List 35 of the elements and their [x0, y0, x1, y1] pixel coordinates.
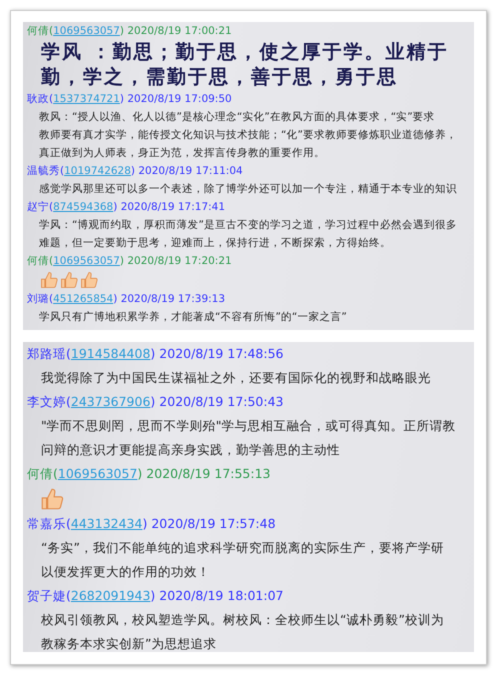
message-text: 校风引领教风，校风塑造学风。树校风：全校师生以“诚朴勇毅”校训为 教稼务本求实创新”为思想追求 [40, 611, 445, 652]
message-header: 李文婷(2437367906) 2020/8/19 17:50:43 [27, 393, 285, 411]
message-text: 教风：“授人以渔、化人以德”是核心理念“实化”在教风方面的具体要求，“实”要求 教师要有真才实学，能传授文化知识与技术技能；“化”要求教师要修炼职业道德修养， 真正做到为人师表，身正为范，发挥言传身教的重要作用。 [38, 110, 458, 161]
thumbs-up-icon [39, 270, 59, 290]
message-header: 郑路瑶(1914584408) 2020/8/19 17:48:56 [27, 345, 285, 363]
qq-link[interactable]: 1069563057 [53, 255, 120, 267]
message-text: 学风 ：勤思；勤于思，使之厚于学。业精于 勤，学之，需勤于思，善于思，勇于思 [40, 40, 450, 90]
thumbs-up-icon [39, 486, 65, 512]
message-header: 温毓秀(1019742628) 2020/8/19 17:11:04 [27, 164, 244, 179]
message-text: “务实”，我们不能单纯的追求科学研究而脱离的实际生产，要将产学研 以便发挥更大的作用的功效！ [40, 539, 445, 581]
message-header: 常嘉乐(443132434) 2020/8/19 17:57:48 [27, 515, 277, 533]
qq-link[interactable]: 1069563057 [58, 466, 138, 481]
qq-link[interactable]: 1914584408 [70, 346, 150, 361]
qq-link[interactable]: 1069563057 [53, 25, 120, 37]
message-header: 赵宁(874594368) 2020/8/19 17:17:41 [27, 200, 226, 215]
message-header: 何倩(1069563057) 2020/8/19 17:55:13 [27, 465, 272, 483]
qq-link[interactable]: 451265854 [53, 293, 114, 305]
message-text: 学风：“博观而约取，厚积而薄发”是亘古不变的学习之道，学习过程中必然会遇到很多 难题，但一定要勤于思考，迎难而上，保持行进，不断探索，方得始终。 [38, 218, 458, 251]
message-header: 何倩(1069563057) 2020/8/19 17:00:21 [27, 24, 233, 39]
qq-link[interactable]: 2437367906 [70, 394, 150, 409]
message-header: 何倩(1069563057) 2020/8/19 17:20:21 [27, 254, 233, 269]
thumbs-up-icon [59, 270, 79, 290]
qq-link[interactable]: 443132434 [70, 516, 142, 531]
message-text: "学而不思则罔，思而不学则殆"学与思相互融合，或可得真知。正所谓教 问辩的意识才更能提高亲身实践，勤学善思的主动性 [40, 417, 456, 459]
message-text: 感觉学风那里还可以多一个表述，除了博学外还可以加一个专注，精通于本专业的知识 [38, 182, 458, 197]
qq-link[interactable]: 1019742628 [64, 165, 131, 177]
message-header: 刘璐(451265854) 2020/8/19 17:39:13 [27, 292, 226, 307]
message-text: 我觉得除了为中国民生谋福祉之外，还要有国际化的视野和战略眼光 [40, 369, 432, 387]
thumbs-up-icon [79, 270, 99, 290]
message-header: 耿政(1537374721) 2020/8/19 17:09:50 [27, 92, 233, 107]
qq-link[interactable]: 2682091943 [70, 588, 150, 603]
qq-link[interactable]: 1537374721 [53, 93, 120, 105]
message-header: 贺子婕(2682091943) 2020/8/19 18:01:07 [27, 587, 285, 605]
qq-link[interactable]: 874594368 [53, 201, 114, 213]
message-text: 学风只有广博地积累学养，才能著成“不容有所悔”的“一家之言” [38, 310, 348, 325]
